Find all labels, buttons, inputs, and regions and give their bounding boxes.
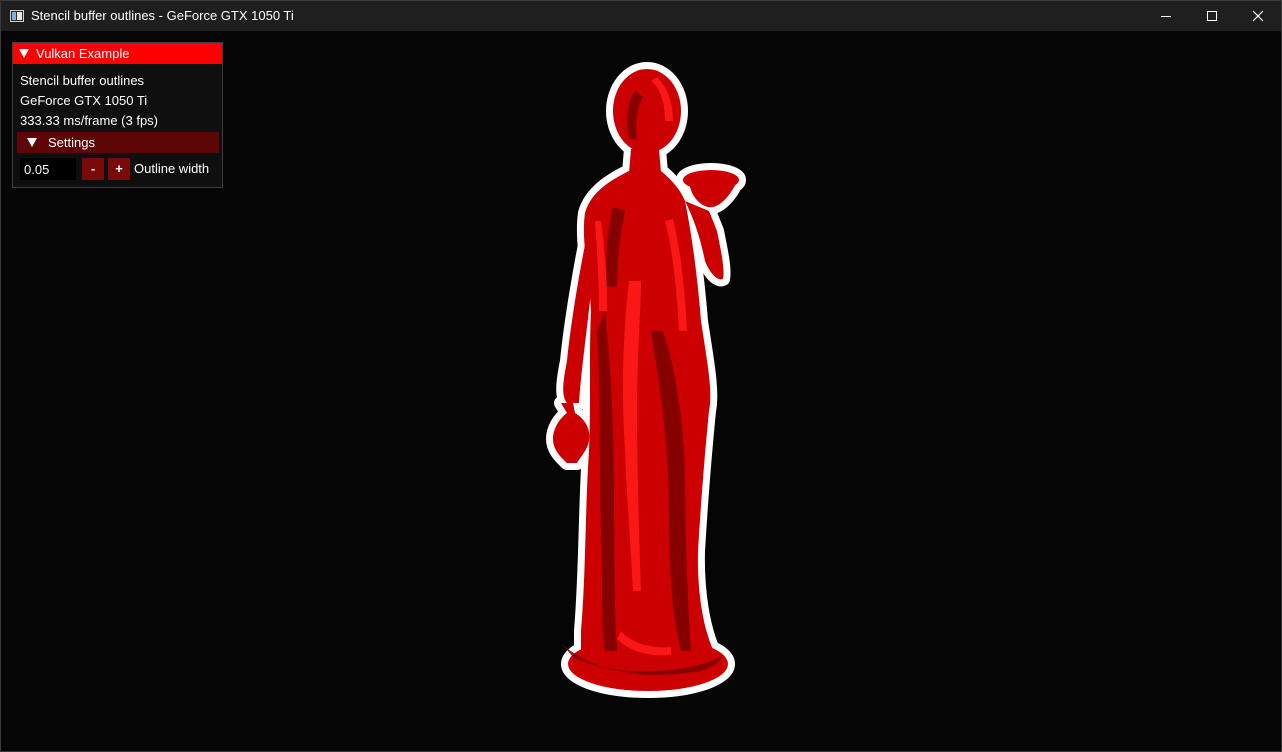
settings-collapse-triangle-icon[interactable] <box>27 138 37 147</box>
panel-header[interactable]: Vulkan Example <box>13 43 222 64</box>
minimize-icon <box>1161 16 1171 17</box>
panel-title: Vulkan Example <box>36 46 130 61</box>
minimize-button[interactable] <box>1143 1 1189 31</box>
close-icon <box>1252 10 1264 22</box>
outline-width-label: Outline width <box>134 161 210 176</box>
title-bar[interactable]: Stencil buffer outlines - GeForce GTX 10… <box>1 1 1281 31</box>
app-window-icon <box>10 10 24 22</box>
maximize-button[interactable] <box>1189 1 1235 31</box>
settings-section-header[interactable]: Settings <box>17 132 219 153</box>
increase-outline-width-button[interactable]: + <box>108 158 130 180</box>
close-button[interactable] <box>1235 1 1281 31</box>
maximize-icon <box>1207 11 1217 21</box>
device-name-label: GeForce GTX 1050 Ti <box>20 93 148 108</box>
outline-width-input[interactable] <box>20 158 76 180</box>
settings-label: Settings <box>48 135 95 150</box>
render-viewport[interactable]: Vulkan Example Stencil buffer outlines G… <box>1 31 1281 751</box>
app-window: Stencil buffer outlines - GeForce GTX 10… <box>0 0 1282 752</box>
overlay-panel[interactable]: Vulkan Example Stencil buffer outlines G… <box>12 42 223 188</box>
frame-stats-label: 333.33 ms/frame (3 fps) <box>20 113 158 128</box>
window-title: Stencil buffer outlines - GeForce GTX 10… <box>31 8 294 23</box>
decrease-outline-width-button[interactable]: - <box>82 158 104 180</box>
collapse-triangle-icon[interactable] <box>19 49 29 58</box>
app-name-label: Stencil buffer outlines <box>20 73 145 88</box>
